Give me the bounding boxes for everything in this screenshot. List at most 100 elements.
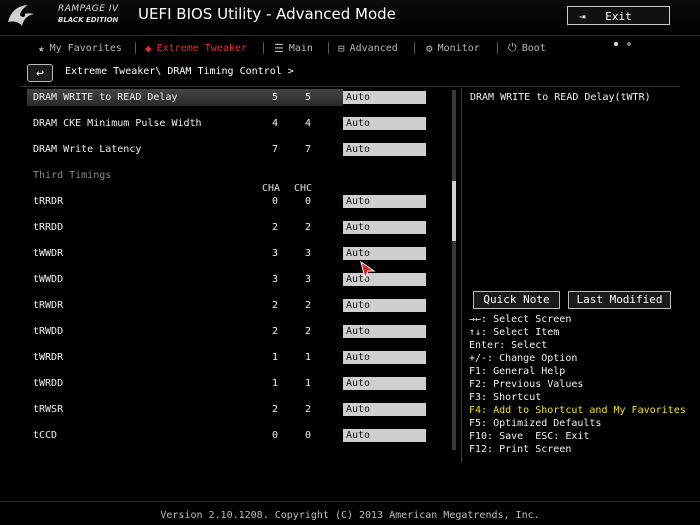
value-field[interactable]: Auto (343, 299, 426, 312)
setting-label: DRAM CKE Minimum Pulse Width (33, 118, 202, 129)
exit-icon: ⇥ (579, 10, 586, 23)
value-field[interactable]: Auto (343, 351, 426, 364)
tab-label: Main (288, 42, 313, 54)
back-button[interactable]: ↩ (27, 64, 53, 82)
key-hint: F2: Previous Values (469, 379, 584, 390)
key-hint: +/-: Change Option (469, 353, 578, 364)
cha-value: 3 (271, 274, 279, 285)
tab-divider (135, 42, 136, 54)
rog-icon: ◆ (145, 41, 152, 55)
last-modified-button[interactable]: Last Modified (568, 291, 671, 309)
tab-label: Monitor (437, 42, 480, 54)
cha-value: 2 (271, 300, 279, 311)
page-dot[interactable] (627, 42, 631, 46)
key-hint: F1: General Help (469, 366, 566, 377)
cha-value: 0 (271, 196, 279, 207)
cha-value: 1 (271, 378, 279, 389)
tab-my-favorites[interactable]: ★ My Favorites (38, 40, 122, 56)
help-description: DRAM WRITE to READ Delay(tWTR) (470, 92, 651, 103)
setting-label: tRWDR (33, 300, 64, 311)
value-field[interactable]: Auto (343, 273, 426, 286)
tab-label: My Favorites (49, 42, 122, 54)
key-hint: Enter: Select (469, 340, 548, 351)
value-field[interactable]: Auto (343, 117, 426, 130)
chc-value: 2 (304, 300, 312, 311)
chc-value: 1 (304, 378, 312, 389)
tab-bar: ★ My Favorites ◆ Extreme Tweaker ☰ Main … (0, 35, 700, 58)
cha-value: 4 (271, 118, 279, 129)
quick-note-button[interactable]: Quick Note (473, 291, 560, 309)
key-hint: F10: Save ESC: Exit (469, 431, 590, 442)
setting-label: tWRDD (33, 378, 64, 389)
value-field[interactable]: Auto (343, 429, 426, 442)
tab-label: Boot (521, 42, 546, 54)
tab-monitor[interactable]: ⚙ Monitor (426, 40, 480, 56)
setting-label: tRWDD (33, 326, 64, 337)
value-field[interactable]: Auto (343, 247, 426, 260)
chc-value: 0 (304, 196, 312, 207)
tab-label: Advanced (349, 42, 398, 54)
tab-main[interactable]: ☰ Main (274, 40, 313, 56)
chc-value: 4 (304, 118, 312, 129)
page-dot-active[interactable] (614, 42, 618, 46)
exit-button[interactable]: ⇥ Exit (567, 6, 670, 25)
chc-value: 2 (304, 404, 312, 415)
tab-divider (414, 42, 415, 54)
list-icon: ☰ (274, 41, 284, 55)
chc-value: 1 (304, 352, 312, 363)
star-icon: ★ (38, 41, 45, 55)
cha-value: 2 (271, 222, 279, 233)
tab-extreme-tweaker[interactable]: ◆ Extreme Tweaker (145, 40, 247, 56)
power-icon: ⏻ (508, 41, 517, 54)
footer-divider (0, 501, 700, 502)
tab-divider (263, 42, 264, 54)
scrollbar-thumb[interactable] (452, 181, 456, 241)
column-header-chc: CHC (294, 183, 313, 194)
tab-divider (497, 42, 498, 54)
setting-label: DRAM Write Latency (33, 144, 142, 155)
brand-edition: BLACK EDITION (58, 16, 119, 24)
key-help-list: →←: Select Screen ↑↓: Select Item Enter:… (469, 313, 686, 456)
rog-logo-icon (8, 5, 34, 26)
cha-value: 5 (271, 92, 279, 103)
cha-value: 0 (271, 430, 279, 441)
chc-value: 7 (304, 144, 312, 155)
value-field[interactable]: Auto (343, 221, 426, 234)
tab-divider (328, 42, 329, 54)
exit-label: Exit (605, 10, 632, 23)
back-arrow-icon: ↩ (36, 66, 44, 81)
section-heading: Third Timings (33, 170, 112, 181)
monitor-icon: ⚙ (426, 41, 433, 55)
tab-label: Extreme Tweaker (156, 42, 247, 54)
cha-value: 1 (271, 352, 279, 363)
cha-value: 3 (271, 248, 279, 259)
value-field[interactable]: Auto (343, 403, 426, 416)
chc-value: 2 (304, 326, 312, 337)
key-hint: ↑↓: Select Item (469, 327, 560, 338)
value-field[interactable]: Auto (343, 325, 426, 338)
column-header-cha: CHA (262, 183, 281, 194)
value-field[interactable]: Auto (343, 91, 426, 104)
divider (20, 86, 680, 87)
panel-divider (461, 88, 462, 462)
chc-value: 0 (304, 430, 312, 441)
cha-value: 7 (271, 144, 279, 155)
chc-value: 3 (304, 248, 312, 259)
setting-label: tWRDR (33, 352, 64, 363)
chc-value: 2 (304, 222, 312, 233)
key-hint: F12: Print Screen (469, 444, 572, 455)
app-title: UEFI BIOS Utility - Advanced Mode (138, 5, 396, 23)
value-field[interactable]: Auto (343, 377, 426, 390)
chc-value: 3 (304, 274, 312, 285)
tab-boot[interactable]: ⏻ Boot (508, 40, 546, 56)
advanced-icon: ⊟ (338, 41, 345, 55)
value-field[interactable]: Auto (343, 195, 426, 208)
scrollbar-track[interactable] (452, 90, 456, 450)
setting-label: tWWDR (33, 248, 64, 259)
value-field[interactable]: Auto (343, 143, 426, 156)
setting-label: tWWDD (33, 274, 64, 285)
key-hint: F5: Optimized Defaults (469, 418, 602, 429)
chc-value: 5 (304, 92, 312, 103)
version-footer: Version 2.10.1208. Copyright (C) 2013 Am… (160, 510, 540, 521)
tab-advanced[interactable]: ⊟ Advanced (338, 40, 398, 56)
